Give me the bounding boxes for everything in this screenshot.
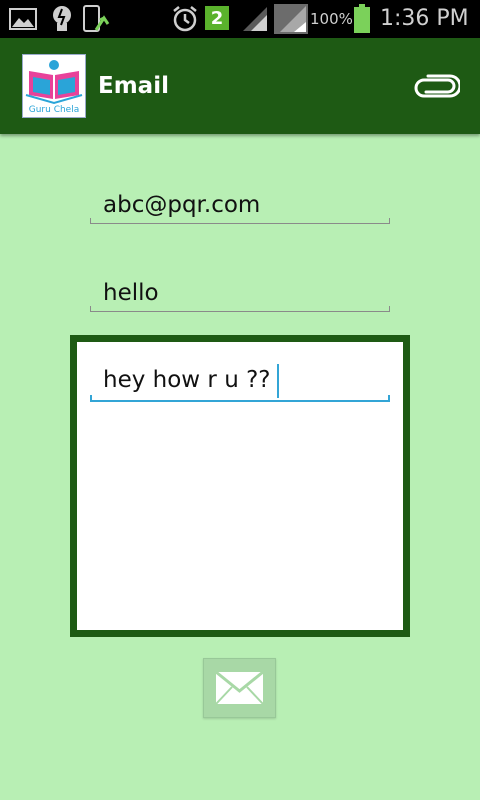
notification-badge-icon: 2	[205, 6, 229, 30]
to-field-underline	[90, 223, 390, 224]
attach-button[interactable]	[414, 70, 462, 102]
page-title: Email	[98, 73, 169, 99]
alarm-icon	[170, 4, 200, 34]
gallery-icon	[8, 4, 38, 34]
message-body-value: hey how r u ??	[103, 367, 271, 393]
app-logo[interactable]: Guru Chela	[22, 54, 86, 118]
message-field-tick-left	[90, 395, 92, 402]
envelope-icon	[215, 670, 264, 705]
message-field-underline	[90, 400, 390, 402]
subject-field[interactable]: hello	[90, 274, 390, 312]
app-logo-text: Guru Chela	[28, 105, 80, 115]
to-email-value: abc@pqr.com	[103, 192, 261, 218]
action-bar: Guru Chela Email	[0, 38, 480, 134]
wifi-icon	[274, 4, 308, 34]
subject-field-tick-left	[90, 306, 91, 312]
battery-percent: 100%	[310, 10, 353, 28]
status-time: 1:36 PM	[380, 6, 469, 31]
send-button[interactable]	[203, 658, 276, 718]
status-bar: 2 100% 1:36 PM	[0, 0, 480, 38]
to-field-tick-left	[90, 218, 91, 224]
phone-upload-icon	[82, 4, 112, 34]
message-field-tick-right	[388, 395, 390, 402]
to-field-tick-right	[389, 218, 390, 224]
to-email-field[interactable]: abc@pqr.com	[90, 186, 390, 224]
text-cursor	[276, 363, 279, 398]
lightbulb-icon	[48, 4, 76, 34]
subject-value: hello	[103, 280, 159, 306]
battery-icon	[352, 4, 372, 34]
message-body-field[interactable]: hey how r u ??	[90, 360, 390, 402]
paperclip-icon	[414, 74, 462, 98]
subject-field-tick-right	[389, 306, 390, 312]
subject-field-underline	[90, 311, 390, 312]
signal-icon	[240, 4, 270, 34]
notification-count: 2	[210, 7, 224, 29]
